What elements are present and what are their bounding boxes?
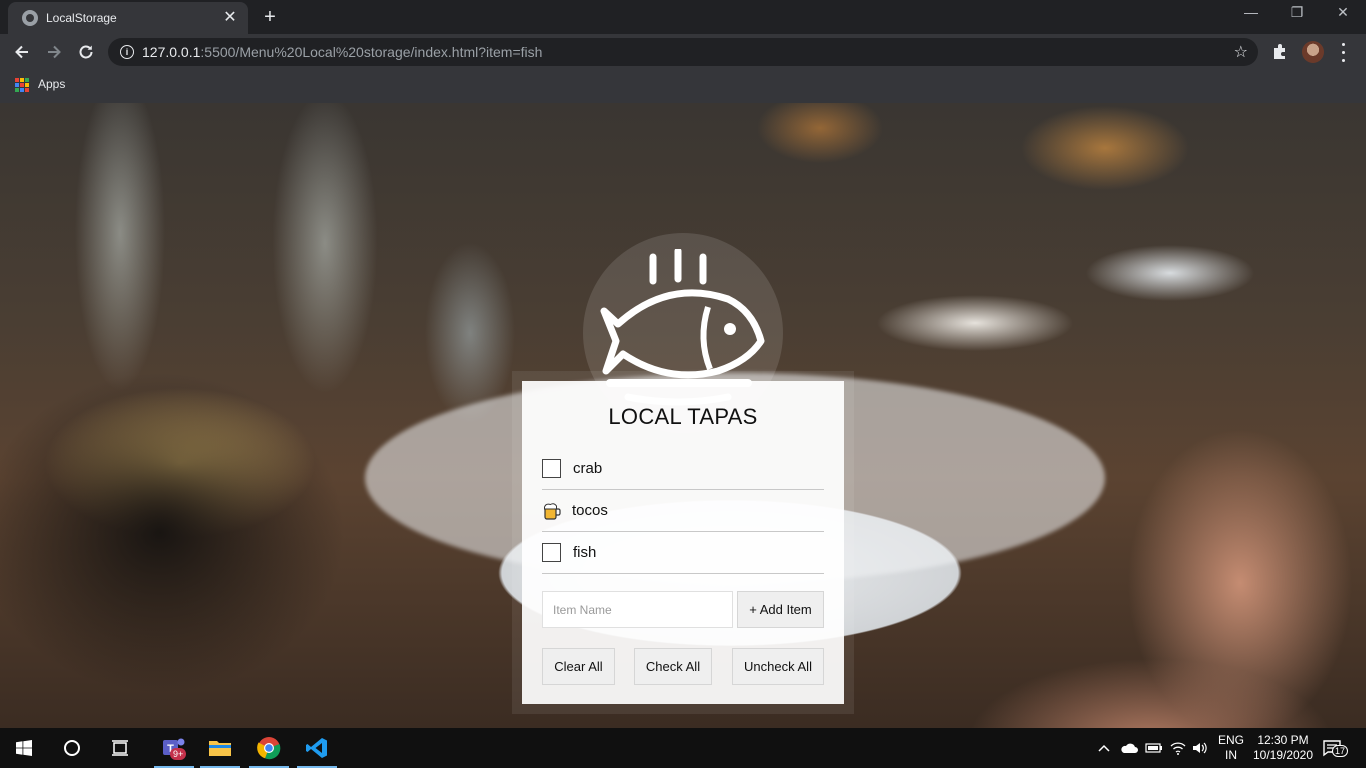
tab-title: LocalStorage	[46, 11, 117, 25]
url-host: 127.0.0.1	[142, 44, 201, 60]
add-item-form: + Add Item	[542, 591, 824, 628]
list-item[interactable]: fish	[542, 532, 824, 574]
task-view-icon	[112, 740, 128, 756]
minimize-button[interactable]: —	[1228, 4, 1274, 20]
item-label[interactable]: tocos	[572, 502, 608, 519]
volume-icon[interactable]	[1192, 728, 1208, 768]
add-item-button[interactable]: + Add Item	[737, 591, 824, 628]
windows-taskbar: T 9+ ENG IN 12:30 PM 10/19/2020 17	[0, 728, 1366, 768]
browser-toolbar: i 127.0.0.1:5500/Menu%20Local%20storage/…	[0, 34, 1366, 70]
item-checkbox[interactable]	[542, 543, 561, 562]
search-circle-icon	[64, 740, 80, 756]
bookmarks-bar: Apps	[0, 70, 1366, 103]
close-window-button[interactable]: ✕	[1320, 4, 1366, 21]
back-arrow-icon	[15, 45, 28, 59]
checked-beer-icon[interactable]	[542, 501, 562, 521]
chrome-icon	[257, 737, 281, 760]
vscode-icon	[306, 738, 327, 758]
back-button[interactable]	[10, 40, 34, 64]
globe-icon	[22, 10, 38, 26]
uncheck-all-button[interactable]: Uncheck All	[732, 648, 824, 685]
tapas-card: LOCAL TAPAS crab tocos fish + Add Item C…	[522, 381, 844, 704]
url-path: :5500/Menu%20Local%20storage/index.html?…	[200, 44, 543, 60]
browser-tab-strip: LocalStorage ✕ + — ❐ ✕	[0, 0, 1366, 34]
new-tab-button[interactable]: +	[258, 6, 282, 30]
clear-all-button[interactable]: Clear All	[542, 648, 615, 685]
reload-button[interactable]	[74, 40, 98, 64]
show-hidden-icons-button[interactable]	[1098, 728, 1110, 768]
notification-count: 17	[1332, 745, 1349, 757]
chrome-taskbar-icon[interactable]	[245, 728, 293, 768]
extensions-puzzle-icon[interactable]	[1270, 42, 1290, 62]
language-indicator[interactable]: ENG IN	[1214, 733, 1248, 763]
forward-arrow-icon	[48, 45, 61, 59]
page-title: LOCAL TAPAS	[608, 404, 758, 429]
browser-menu-icon[interactable]	[1338, 40, 1348, 64]
folder-icon	[209, 741, 231, 756]
reload-icon	[79, 45, 93, 59]
teams-taskbar-icon[interactable]: T 9+	[150, 728, 198, 768]
bulk-actions: Clear All Check All Uncheck All	[542, 648, 824, 685]
chevron-up-icon	[1098, 744, 1110, 752]
list-item[interactable]: tocos	[542, 490, 824, 532]
task-view-button[interactable]	[96, 728, 144, 768]
apps-bookmark[interactable]: Apps	[38, 77, 65, 91]
item-checkbox[interactable]	[542, 459, 561, 478]
item-label[interactable]: crab	[573, 460, 602, 477]
address-bar[interactable]: i 127.0.0.1:5500/Menu%20Local%20storage/…	[108, 38, 1258, 66]
plates-list: crab tocos fish	[542, 448, 824, 574]
vscode-taskbar-icon[interactable]	[293, 728, 341, 768]
bookmark-star-icon[interactable]: ☆	[1234, 42, 1248, 62]
search-button[interactable]	[48, 728, 96, 768]
action-center-button[interactable]: 17	[1322, 728, 1349, 768]
clock[interactable]: 12:30 PM 10/19/2020	[1248, 733, 1318, 763]
region-code: IN	[1225, 748, 1237, 762]
tab-close-button[interactable]: ✕	[222, 10, 238, 26]
forward-button[interactable]	[42, 40, 66, 64]
teams-badge: 9+	[170, 748, 187, 760]
info-icon[interactable]: i	[120, 45, 134, 59]
clock-date: 10/19/2020	[1252, 748, 1314, 762]
onedrive-icon[interactable]	[1120, 728, 1138, 768]
file-explorer-taskbar-icon[interactable]	[196, 728, 244, 768]
battery-icon[interactable]	[1145, 728, 1163, 768]
language-code: ENG	[1217, 733, 1244, 747]
apps-grid-icon[interactable]	[15, 78, 29, 92]
profile-avatar[interactable]	[1302, 41, 1324, 63]
check-all-button[interactable]: Check All	[634, 648, 712, 685]
item-name-input[interactable]	[542, 591, 733, 628]
clock-time: 12:30 PM	[1257, 733, 1309, 747]
restore-button[interactable]: ❐	[1274, 4, 1320, 21]
browser-tab[interactable]: LocalStorage ✕	[8, 2, 248, 34]
windows-logo-icon	[16, 740, 32, 756]
wifi-icon[interactable]	[1170, 728, 1186, 768]
start-button[interactable]	[0, 728, 48, 768]
list-item[interactable]: crab	[542, 448, 824, 490]
item-label[interactable]: fish	[573, 544, 596, 561]
